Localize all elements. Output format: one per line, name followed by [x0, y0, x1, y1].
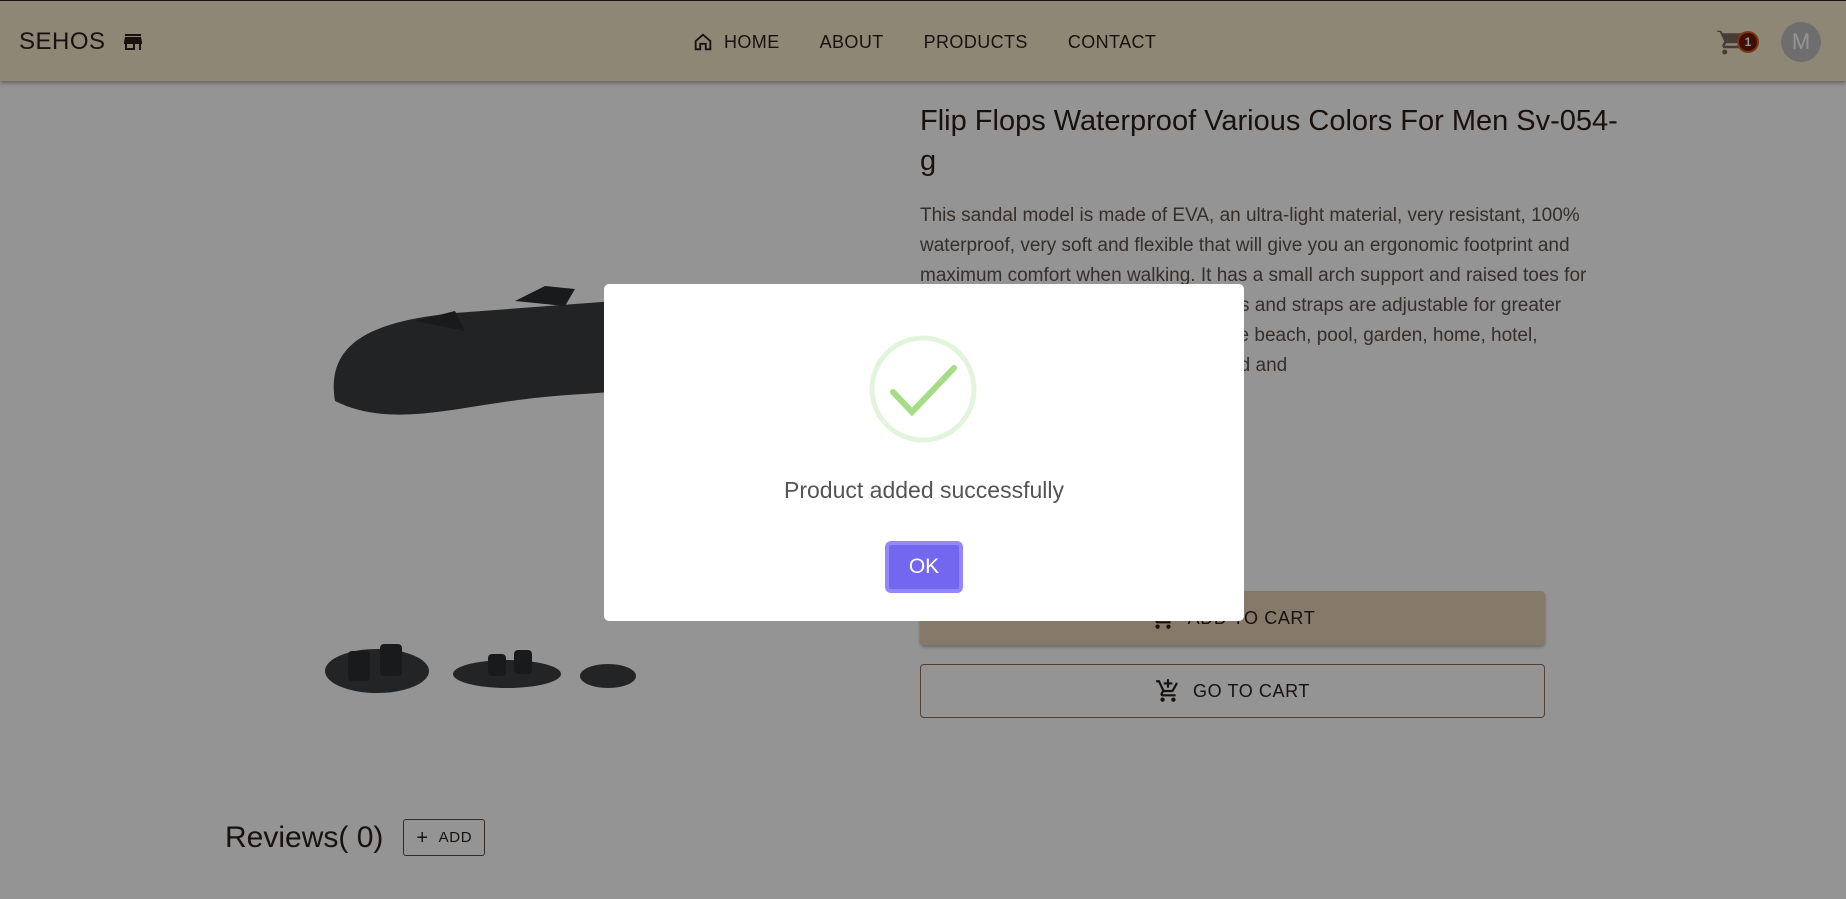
success-check-icon	[869, 335, 977, 443]
dialog-message: Product added successfully	[784, 477, 1064, 503]
ok-button[interactable]: OK	[885, 541, 963, 593]
success-dialog: Product added successfully OK	[604, 284, 1244, 621]
